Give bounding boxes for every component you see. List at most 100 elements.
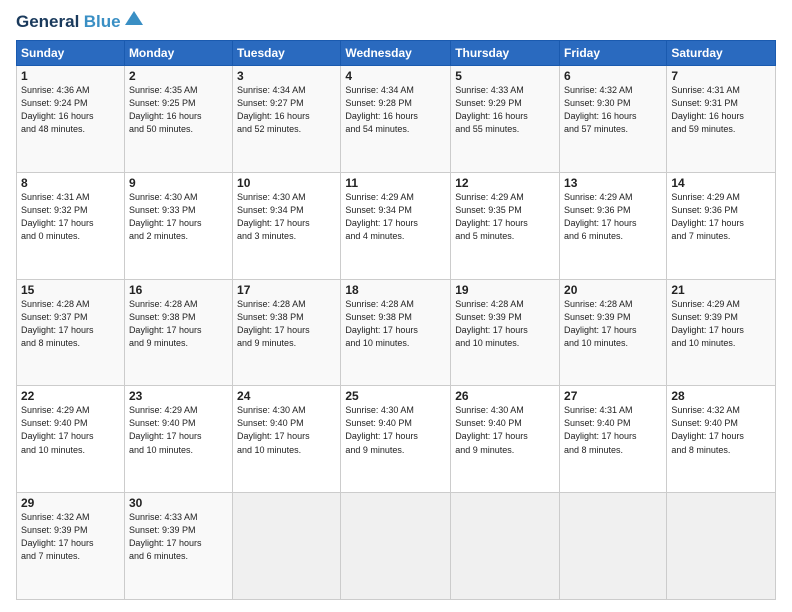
logo-triangle-icon [125,11,143,25]
day-info: Sunrise: 4:30 AM Sunset: 9:40 PM Dayligh… [455,404,555,456]
day-number: 26 [455,389,555,403]
calendar-cell [667,493,776,600]
day-number: 22 [21,389,120,403]
logo-blue: Blue [84,12,121,31]
calendar-cell: 18Sunrise: 4:28 AM Sunset: 9:38 PM Dayli… [341,279,451,386]
day-info: Sunrise: 4:32 AM Sunset: 9:40 PM Dayligh… [671,404,771,456]
calendar-cell: 21Sunrise: 4:29 AM Sunset: 9:39 PM Dayli… [667,279,776,386]
calendar-table: SundayMondayTuesdayWednesdayThursdayFrid… [16,40,776,600]
calendar-cell: 25Sunrise: 4:30 AM Sunset: 9:40 PM Dayli… [341,386,451,493]
day-info: Sunrise: 4:29 AM Sunset: 9:40 PM Dayligh… [129,404,228,456]
calendar-cell: 13Sunrise: 4:29 AM Sunset: 9:36 PM Dayli… [560,172,667,279]
calendar-cell: 29Sunrise: 4:32 AM Sunset: 9:39 PM Dayli… [17,493,125,600]
day-info: Sunrise: 4:30 AM Sunset: 9:40 PM Dayligh… [345,404,446,456]
day-info: Sunrise: 4:28 AM Sunset: 9:37 PM Dayligh… [21,298,120,350]
calendar-cell: 23Sunrise: 4:29 AM Sunset: 9:40 PM Dayli… [124,386,232,493]
calendar-cell: 20Sunrise: 4:28 AM Sunset: 9:39 PM Dayli… [560,279,667,386]
calendar-cell: 14Sunrise: 4:29 AM Sunset: 9:36 PM Dayli… [667,172,776,279]
day-number: 2 [129,69,228,83]
calendar-cell: 12Sunrise: 4:29 AM Sunset: 9:35 PM Dayli… [451,172,560,279]
day-info: Sunrise: 4:29 AM Sunset: 9:34 PM Dayligh… [345,191,446,243]
day-number: 15 [21,283,120,297]
calendar-cell [233,493,341,600]
page: General Blue SundayMondayTuesdayWednesda… [0,0,792,612]
day-number: 10 [237,176,336,190]
header: General Blue [16,12,776,32]
day-number: 20 [564,283,662,297]
logo: General Blue [16,12,143,32]
calendar-week-5: 29Sunrise: 4:32 AM Sunset: 9:39 PM Dayli… [17,493,776,600]
day-info: Sunrise: 4:34 AM Sunset: 9:28 PM Dayligh… [345,84,446,136]
calendar-cell: 30Sunrise: 4:33 AM Sunset: 9:39 PM Dayli… [124,493,232,600]
day-number: 18 [345,283,446,297]
day-number: 30 [129,496,228,510]
day-info: Sunrise: 4:32 AM Sunset: 9:30 PM Dayligh… [564,84,662,136]
calendar-cell: 11Sunrise: 4:29 AM Sunset: 9:34 PM Dayli… [341,172,451,279]
day-number: 17 [237,283,336,297]
calendar-cell: 4Sunrise: 4:34 AM Sunset: 9:28 PM Daylig… [341,66,451,173]
day-number: 13 [564,176,662,190]
day-number: 23 [129,389,228,403]
day-number: 14 [671,176,771,190]
calendar-cell: 2Sunrise: 4:35 AM Sunset: 9:25 PM Daylig… [124,66,232,173]
day-info: Sunrise: 4:31 AM Sunset: 9:31 PM Dayligh… [671,84,771,136]
day-number: 7 [671,69,771,83]
calendar-cell: 10Sunrise: 4:30 AM Sunset: 9:34 PM Dayli… [233,172,341,279]
day-info: Sunrise: 4:29 AM Sunset: 9:36 PM Dayligh… [564,191,662,243]
calendar-cell [451,493,560,600]
day-number: 3 [237,69,336,83]
calendar-cell [560,493,667,600]
calendar-week-3: 15Sunrise: 4:28 AM Sunset: 9:37 PM Dayli… [17,279,776,386]
calendar-cell: 7Sunrise: 4:31 AM Sunset: 9:31 PM Daylig… [667,66,776,173]
day-info: Sunrise: 4:31 AM Sunset: 9:32 PM Dayligh… [21,191,120,243]
day-info: Sunrise: 4:28 AM Sunset: 9:39 PM Dayligh… [455,298,555,350]
day-number: 11 [345,176,446,190]
calendar-header-friday: Friday [560,41,667,66]
calendar-cell: 1Sunrise: 4:36 AM Sunset: 9:24 PM Daylig… [17,66,125,173]
calendar-cell: 17Sunrise: 4:28 AM Sunset: 9:38 PM Dayli… [233,279,341,386]
calendar-cell: 5Sunrise: 4:33 AM Sunset: 9:29 PM Daylig… [451,66,560,173]
day-number: 9 [129,176,228,190]
day-info: Sunrise: 4:29 AM Sunset: 9:36 PM Dayligh… [671,191,771,243]
day-number: 6 [564,69,662,83]
day-info: Sunrise: 4:30 AM Sunset: 9:40 PM Dayligh… [237,404,336,456]
day-number: 29 [21,496,120,510]
day-info: Sunrise: 4:28 AM Sunset: 9:39 PM Dayligh… [564,298,662,350]
day-number: 4 [345,69,446,83]
calendar-cell: 15Sunrise: 4:28 AM Sunset: 9:37 PM Dayli… [17,279,125,386]
calendar-week-1: 1Sunrise: 4:36 AM Sunset: 9:24 PM Daylig… [17,66,776,173]
calendar-cell: 19Sunrise: 4:28 AM Sunset: 9:39 PM Dayli… [451,279,560,386]
day-info: Sunrise: 4:34 AM Sunset: 9:27 PM Dayligh… [237,84,336,136]
logo-general: General [16,12,79,31]
day-info: Sunrise: 4:33 AM Sunset: 9:39 PM Dayligh… [129,511,228,563]
calendar-week-4: 22Sunrise: 4:29 AM Sunset: 9:40 PM Dayli… [17,386,776,493]
day-info: Sunrise: 4:29 AM Sunset: 9:39 PM Dayligh… [671,298,771,350]
calendar-header-tuesday: Tuesday [233,41,341,66]
day-info: Sunrise: 4:31 AM Sunset: 9:40 PM Dayligh… [564,404,662,456]
calendar-cell: 24Sunrise: 4:30 AM Sunset: 9:40 PM Dayli… [233,386,341,493]
day-number: 8 [21,176,120,190]
calendar-header-monday: Monday [124,41,232,66]
day-info: Sunrise: 4:29 AM Sunset: 9:40 PM Dayligh… [21,404,120,456]
calendar-cell: 27Sunrise: 4:31 AM Sunset: 9:40 PM Dayli… [560,386,667,493]
calendar-header-sunday: Sunday [17,41,125,66]
day-info: Sunrise: 4:28 AM Sunset: 9:38 PM Dayligh… [345,298,446,350]
calendar-cell: 16Sunrise: 4:28 AM Sunset: 9:38 PM Dayli… [124,279,232,386]
day-info: Sunrise: 4:28 AM Sunset: 9:38 PM Dayligh… [237,298,336,350]
day-number: 25 [345,389,446,403]
calendar-cell: 3Sunrise: 4:34 AM Sunset: 9:27 PM Daylig… [233,66,341,173]
day-number: 28 [671,389,771,403]
day-info: Sunrise: 4:30 AM Sunset: 9:34 PM Dayligh… [237,191,336,243]
day-number: 5 [455,69,555,83]
day-number: 19 [455,283,555,297]
day-info: Sunrise: 4:28 AM Sunset: 9:38 PM Dayligh… [129,298,228,350]
calendar-week-2: 8Sunrise: 4:31 AM Sunset: 9:32 PM Daylig… [17,172,776,279]
calendar-cell: 26Sunrise: 4:30 AM Sunset: 9:40 PM Dayli… [451,386,560,493]
calendar-header-row: SundayMondayTuesdayWednesdayThursdayFrid… [17,41,776,66]
calendar-header-wednesday: Wednesday [341,41,451,66]
calendar-cell: 8Sunrise: 4:31 AM Sunset: 9:32 PM Daylig… [17,172,125,279]
calendar-cell: 28Sunrise: 4:32 AM Sunset: 9:40 PM Dayli… [667,386,776,493]
calendar-cell: 9Sunrise: 4:30 AM Sunset: 9:33 PM Daylig… [124,172,232,279]
day-info: Sunrise: 4:35 AM Sunset: 9:25 PM Dayligh… [129,84,228,136]
day-info: Sunrise: 4:33 AM Sunset: 9:29 PM Dayligh… [455,84,555,136]
